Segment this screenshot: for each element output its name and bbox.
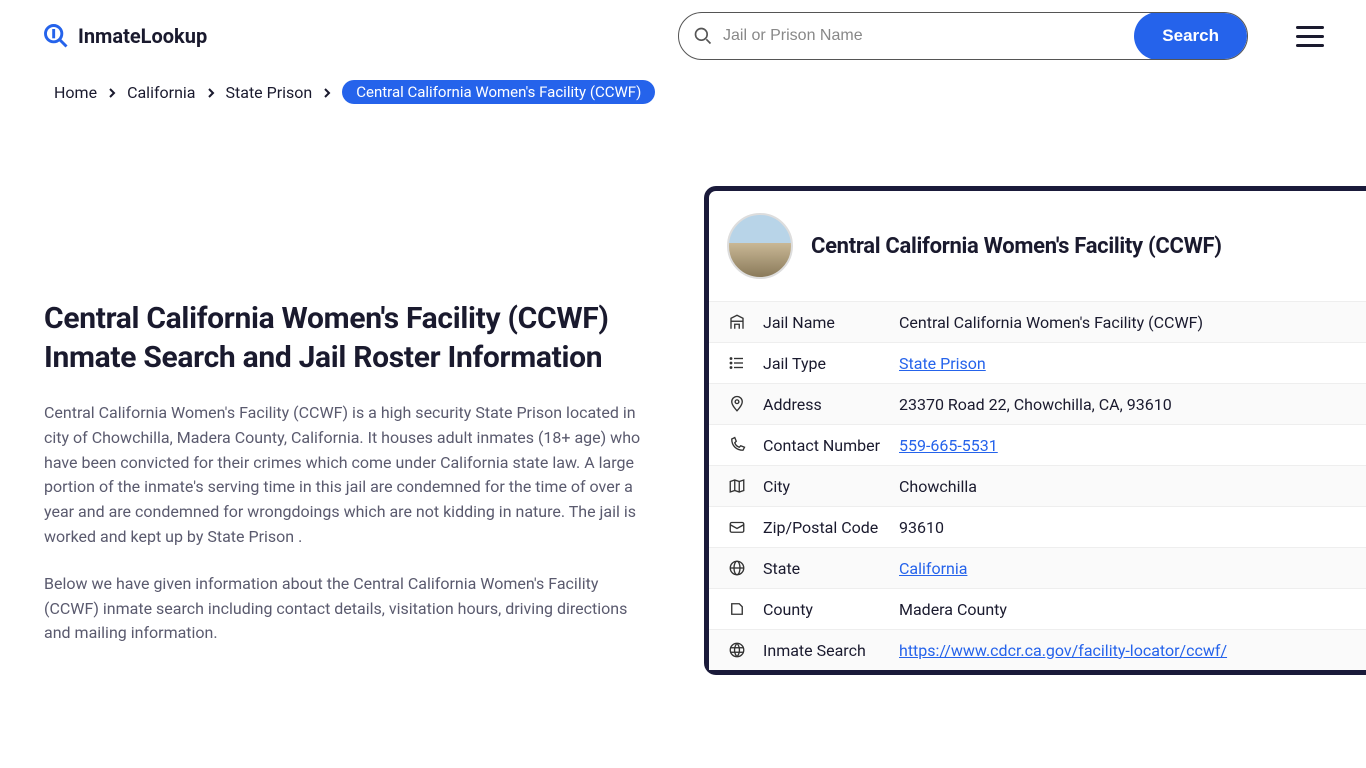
- search-icon: [693, 26, 713, 46]
- shape-icon: [727, 599, 747, 619]
- breadcrumb-current: Central California Women's Facility (CCW…: [342, 80, 655, 104]
- info-row: Inmate Search https://www.cdcr.ca.gov/fac…: [709, 629, 1366, 670]
- chevron-right-icon: [206, 83, 216, 102]
- menu-icon[interactable]: [1296, 26, 1324, 47]
- info-row: Contact Number 559-665-5531: [709, 424, 1366, 465]
- header: InmateLookup Search: [0, 0, 1366, 72]
- web-icon: [727, 640, 747, 660]
- breadcrumb-california[interactable]: California: [127, 83, 195, 102]
- card-title: Central California Women's Facility (CCW…: [811, 234, 1222, 259]
- logo-text: InmateLookup: [78, 24, 207, 48]
- info-row: Address 23370 Road 22, Chowchilla, CA, 93…: [709, 383, 1366, 424]
- info-card: Central California Women's Facility (CCW…: [704, 186, 1366, 675]
- info-row: State California: [709, 547, 1366, 588]
- info-row: Jail Type State Prison: [709, 342, 1366, 383]
- pin-icon: [727, 394, 747, 414]
- info-row: Zip/Postal Code 93610: [709, 506, 1366, 547]
- row-label: State: [763, 559, 883, 578]
- row-label: City: [763, 477, 883, 496]
- breadcrumb-state-prison[interactable]: State Prison: [226, 83, 313, 102]
- search-button[interactable]: Search: [1134, 12, 1247, 60]
- row-value: Chowchilla: [899, 477, 977, 496]
- mail-icon: [727, 517, 747, 537]
- row-value[interactable]: State Prison: [899, 354, 986, 373]
- card-header: Central California Women's Facility (CCW…: [709, 191, 1366, 301]
- list-icon: [727, 353, 747, 373]
- row-label: Jail Name: [763, 313, 883, 332]
- info-row: City Chowchilla: [709, 465, 1366, 506]
- phone-icon: [727, 435, 747, 455]
- description-p2: Below we have given information about th…: [44, 572, 644, 646]
- row-value: Central California Women's Facility (CCW…: [899, 313, 1203, 332]
- row-value[interactable]: 559-665-5531: [899, 436, 998, 455]
- chevron-right-icon: [322, 83, 332, 102]
- card-rows: Jail Name Central California Women's Faci…: [709, 301, 1366, 670]
- row-label: Contact Number: [763, 436, 883, 455]
- row-label: Address: [763, 395, 883, 414]
- page-title: Central California Women's Facility (CCW…: [44, 299, 644, 377]
- right-column: Central California Women's Facility (CCW…: [704, 124, 1366, 675]
- row-label: County: [763, 600, 883, 619]
- info-row: Jail Name Central California Women's Faci…: [709, 301, 1366, 342]
- row-value: 93610: [899, 518, 944, 537]
- facility-avatar: [727, 213, 793, 279]
- row-label: Inmate Search: [763, 641, 883, 660]
- breadcrumb: Home California State Prison Central Cal…: [0, 72, 1366, 124]
- row-label: Zip/Postal Code: [763, 518, 883, 537]
- main-content: Central California Women's Facility (CCW…: [0, 124, 1366, 675]
- left-column: Central California Women's Facility (CCW…: [44, 124, 644, 668]
- row-value[interactable]: https://www.cdcr.ca.gov/facility-locator…: [899, 641, 1227, 660]
- chevron-right-icon: [107, 83, 117, 102]
- row-value: 23370 Road 22, Chowchilla, CA, 93610: [899, 395, 1172, 414]
- row-value[interactable]: California: [899, 559, 967, 578]
- description-p1: Central California Women's Facility (CCW…: [44, 401, 644, 550]
- header-right: Search: [678, 12, 1324, 60]
- row-value: Madera County: [899, 600, 1007, 619]
- logo-icon: [42, 22, 70, 50]
- breadcrumb-home[interactable]: Home: [54, 83, 97, 102]
- building-icon: [727, 312, 747, 332]
- search-input[interactable]: [723, 27, 1120, 45]
- map-icon: [727, 476, 747, 496]
- search-container: Search: [678, 12, 1248, 60]
- search-input-wrap: [679, 26, 1134, 46]
- logo[interactable]: InmateLookup: [42, 22, 207, 50]
- globe-icon: [727, 558, 747, 578]
- info-row: County Madera County: [709, 588, 1366, 629]
- row-label: Jail Type: [763, 354, 883, 373]
